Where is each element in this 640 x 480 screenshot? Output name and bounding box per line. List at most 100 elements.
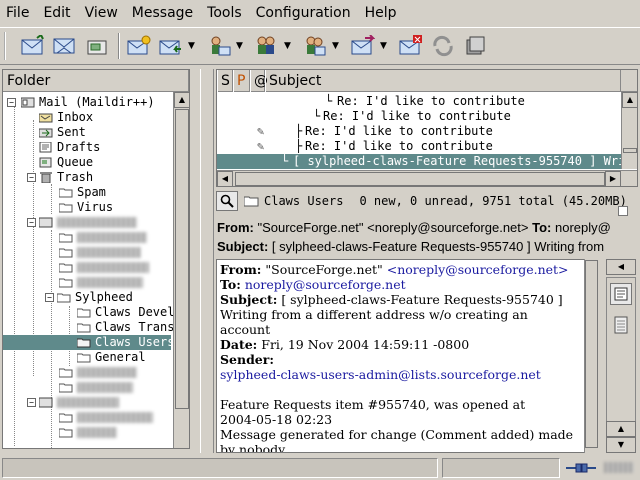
collapse-toggle[interactable]: − <box>27 398 36 407</box>
folder-redacted[interactable] <box>58 410 153 425</box>
menu-view[interactable]: View <box>78 0 125 26</box>
scroll-up-arrow[interactable]: ▲ <box>174 92 189 108</box>
body-to-line: To: noreply@sourceforge.net <box>220 277 594 292</box>
message-body-view[interactable]: From: "SourceForge.net" <noreply@sourcef… <box>216 259 598 453</box>
forward-dropdown-arrow[interactable]: ▼ <box>380 41 390 51</box>
column-subject[interactable]: Subject <box>265 70 621 92</box>
reply-to-sender-button[interactable] <box>300 31 330 61</box>
message-body-scrollbar[interactable] <box>584 259 598 453</box>
body-date-line: Date: Fri, 19 Nov 2004 14:59:11 -0800 <box>220 337 594 352</box>
scroll-thumb[interactable] <box>585 260 598 448</box>
header-from-line: From: "SourceForge.net" <noreply@sourcef… <box>217 220 611 235</box>
folder-general[interactable]: General <box>76 350 146 365</box>
folder-spam[interactable]: Spam <box>58 185 106 200</box>
folder-column-header[interactable]: Folder <box>3 70 189 92</box>
folder-label: Claws Users <box>95 335 175 349</box>
folder-inbox[interactable]: Inbox <box>38 110 93 125</box>
online-status-button[interactable] <box>566 460 596 476</box>
folder-mail-root[interactable]: − Mail (Maildir++) <box>7 95 155 110</box>
mime-scroll-left-arrow[interactable]: ◀ <box>606 259 636 275</box>
folder-sent[interactable]: Sent <box>38 125 86 140</box>
reply-all-button[interactable] <box>204 31 234 61</box>
mime-scroll-up-arrow[interactable]: ▲ <box>606 421 636 437</box>
menu-tools[interactable]: Tools <box>200 0 249 26</box>
menu-edit[interactable]: Edit <box>36 0 77 26</box>
folder-redacted[interactable] <box>58 380 133 395</box>
folder-claws-devel[interactable]: Claws Devel <box>76 305 174 320</box>
folder-redacted-mailbox[interactable]: − <box>27 215 137 230</box>
folder-redacted[interactable] <box>58 365 137 380</box>
collapse-toggle[interactable]: − <box>7 98 16 107</box>
delete-button[interactable] <box>396 31 426 61</box>
reply-list-dropdown-arrow[interactable]: ▼ <box>284 41 294 51</box>
forward-button[interactable] <box>348 31 378 61</box>
from-address-link[interactable]: <noreply@sourceforge.net> <box>387 262 569 277</box>
mailbox-icon <box>38 397 53 408</box>
folder-sylpheed[interactable]: − Sylpheed <box>45 290 133 305</box>
sender-label: Sender: <box>220 352 274 367</box>
folder-redacted[interactable] <box>58 245 141 260</box>
menu-configuration[interactable]: Configuration <box>249 0 358 26</box>
message-row[interactable]: ✎ ├ Re: I'd like to contribute <box>217 139 637 154</box>
folder-queue[interactable]: Queue <box>39 155 93 170</box>
message-row[interactable]: └ Re: I'd like to contribute <box>217 109 637 124</box>
scroll-thumb[interactable] <box>623 148 637 153</box>
folder-virus[interactable]: Virus <box>58 200 113 215</box>
summary-folder-name: Claws Users <box>264 194 344 208</box>
menu-help[interactable]: Help <box>358 0 404 26</box>
message-list: S P @ Subject └ Re: I'd like to contribu… <box>216 69 638 187</box>
column-status[interactable]: S <box>217 70 233 92</box>
menu-file[interactable]: File <box>0 0 36 26</box>
scroll-thumb[interactable] <box>175 109 189 409</box>
reply-button[interactable] <box>156 31 186 61</box>
collapse-toggle[interactable]: − <box>45 293 54 302</box>
get-all-mail-button[interactable] <box>50 31 80 61</box>
scroll-left-arrow[interactable]: ◀ <box>217 171 233 186</box>
message-list-vscrollbar[interactable]: ▲ <box>621 92 637 169</box>
search-toggle-button[interactable] <box>216 191 238 211</box>
send-queued-button[interactable] <box>82 31 112 61</box>
mime-text-part-button[interactable] <box>610 283 632 305</box>
mime-attachment-button[interactable] <box>612 315 630 335</box>
reply-all-dropdown-arrow[interactable]: ▼ <box>236 41 246 51</box>
folder-redacted[interactable] <box>58 260 149 275</box>
message-row-selected[interactable]: └ [ sylpheed-claws-Feature Requests-9557… <box>217 154 637 169</box>
mime-side-panel: ◀ ▲ ▼ <box>600 259 638 453</box>
address-book-button[interactable] <box>460 31 490 61</box>
message-row[interactable]: └ Re: I'd like to contribute <box>217 94 637 109</box>
scroll-thumb[interactable] <box>235 172 605 186</box>
message-row[interactable]: ✎ ├ Re: I'd like to contribute <box>217 124 637 139</box>
mime-scroll-down-arrow[interactable]: ▼ <box>606 437 636 453</box>
get-mail-button[interactable] <box>18 31 48 61</box>
pane-toggle-button[interactable] <box>618 206 628 216</box>
folder-scrollbar[interactable]: ▲ <box>173 92 189 448</box>
folder-drafts[interactable]: Drafts <box>39 140 100 155</box>
folder-claws-users-selected[interactable]: Claws Users <box>3 335 175 350</box>
reply-dropdown-arrow[interactable]: ▼ <box>188 41 198 51</box>
sender-address-link[interactable]: sylpheed-claws-users-admin@lists.sourcef… <box>220 367 594 382</box>
reply-to-list-button[interactable] <box>252 31 282 61</box>
column-attachment[interactable]: @ <box>250 70 268 92</box>
folder-redacted[interactable] <box>58 425 117 440</box>
to-address-link[interactable]: noreply@sourceforge.net <box>245 277 406 292</box>
folder-redacted[interactable] <box>58 230 147 245</box>
scroll-up-arrow[interactable]: ▲ <box>622 92 637 108</box>
folder-trash[interactable]: − Trash <box>27 170 93 185</box>
scroll-right-arrow[interactable]: ▶ <box>605 171 621 186</box>
folder-redacted[interactable] <box>58 275 143 290</box>
collapse-toggle[interactable]: − <box>27 218 36 227</box>
summary-bar: Claws Users 0 new, 0 unread, 9751 total … <box>216 190 640 216</box>
folder-redacted-mailbox[interactable]: − <box>27 395 119 410</box>
execute-button[interactable] <box>428 31 458 61</box>
column-priority[interactable]: P <box>233 70 250 92</box>
header-from-value: "SourceForge.net" <noreply@sourceforge.n… <box>257 220 529 235</box>
reply-sender-dropdown-arrow[interactable]: ▼ <box>332 41 342 51</box>
compose-button[interactable] <box>124 31 154 61</box>
folder-icon <box>76 322 91 333</box>
collapse-toggle[interactable]: − <box>27 173 36 182</box>
message-list-hscrollbar[interactable]: ◀ ▶ <box>217 170 637 186</box>
splitter-handle[interactable] <box>200 69 214 453</box>
status-grip[interactable] <box>600 458 638 478</box>
menu-message[interactable]: Message <box>125 0 200 26</box>
toolbar-grip[interactable] <box>4 32 10 60</box>
